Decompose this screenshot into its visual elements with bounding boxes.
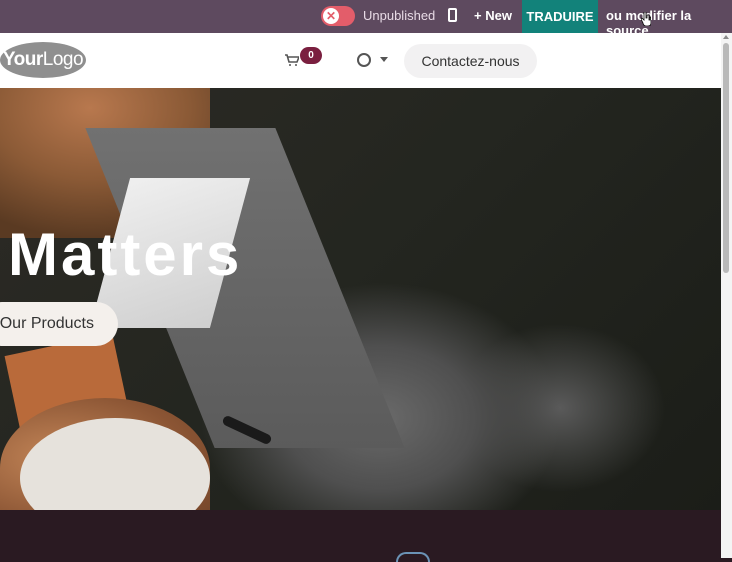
next-section-band — [0, 510, 721, 558]
website-editor-topbar: ✕ Unpublished + New TRADUIRE ou modifier… — [0, 0, 732, 38]
publish-status-label[interactable]: Unpublished — [363, 8, 435, 23]
new-button[interactable]: + New — [474, 8, 512, 23]
scrollbar-thumb[interactable] — [723, 43, 729, 273]
section-ornament-icon — [396, 552, 430, 562]
hero-banner: Matters Our Products — [0, 88, 721, 510]
plus-icon: + — [474, 8, 486, 23]
translate-button[interactable]: TRADUIRE — [522, 0, 598, 33]
caret-down-icon[interactable] — [380, 57, 388, 62]
mouse-pointer-icon — [641, 12, 651, 26]
mobile-phone-icon[interactable] — [448, 8, 457, 22]
site-header: YourLogo 0 Contactez-nous — [0, 33, 721, 88]
x-icon: ✕ — [325, 9, 337, 23]
cart-count-badge: 0 — [300, 47, 322, 64]
logo-text-bold: Your — [2, 49, 43, 70]
page-scrollbar[interactable] — [721, 33, 732, 558]
site-logo[interactable]: YourLogo — [0, 42, 86, 78]
contact-us-button[interactable]: Contactez-nous — [404, 44, 537, 78]
hero-title: Matters — [8, 221, 243, 288]
logo-text-regular: Logo — [42, 49, 84, 70]
scroll-up-arrow-icon[interactable] — [723, 35, 729, 39]
new-button-label: New — [485, 8, 512, 23]
publish-toggle[interactable]: ✕ — [321, 6, 355, 26]
user-circle-icon[interactable] — [357, 53, 371, 67]
shopping-cart-icon[interactable] — [285, 54, 299, 66]
publish-toggle-knob: ✕ — [323, 8, 339, 24]
our-products-button[interactable]: Our Products — [0, 302, 118, 346]
